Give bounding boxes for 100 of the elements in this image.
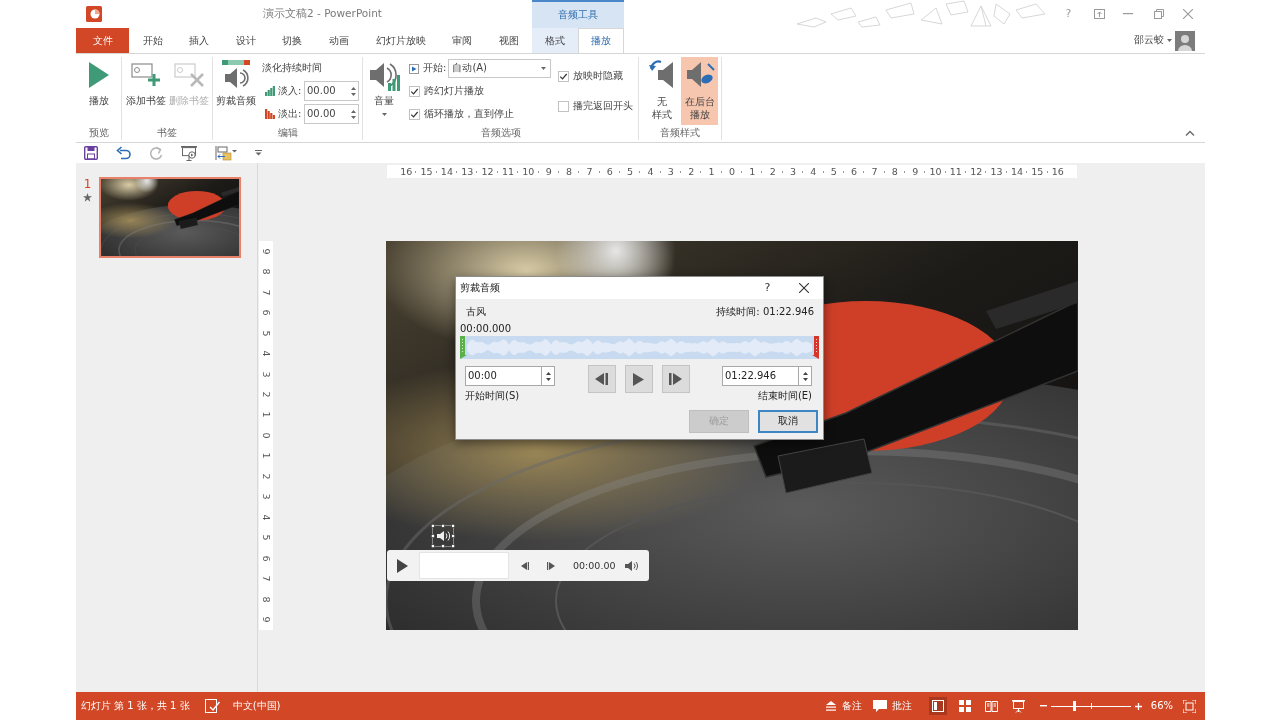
next-frame-button[interactable] <box>661 365 690 393</box>
ruler-number: 2 <box>260 391 272 398</box>
ruler-number: 8 <box>260 596 272 603</box>
add-bookmark-button[interactable]: 添加书签 <box>124 57 167 108</box>
zoom-percent[interactable]: 66% <box>1150 699 1173 713</box>
contextual-group-label: 音频工具 <box>558 8 599 22</box>
cancel-button[interactable]: 取消 <box>758 410 818 433</box>
ruler-number: 10 <box>929 165 942 178</box>
checkbox-option[interactable]: 播完返回开头 <box>558 96 633 116</box>
frame-arrow-icon[interactable] <box>215 145 237 161</box>
save-icon[interactable] <box>84 146 98 160</box>
trim-audio-button[interactable]: 剪裁音频 <box>214 57 258 108</box>
ruler-number: 6 <box>851 165 858 178</box>
start-dropdown[interactable]: 自动(A) <box>448 59 552 78</box>
up-down-arrows-icon <box>802 370 808 382</box>
ruler-number: 5 <box>260 330 272 337</box>
ribbon-tab[interactable]: 设计 <box>222 28 270 53</box>
ribbon-tab[interactable]: 切换 <box>269 28 316 53</box>
user-name[interactable]: 邵云蛟 <box>1134 34 1164 47</box>
speaker-bar-icon <box>221 60 251 90</box>
start-label: 开始: <box>423 62 447 75</box>
undo-icon[interactable] <box>116 146 131 160</box>
start-marker-icon[interactable] <box>460 336 467 359</box>
ribbon-tab[interactable]: 动画 <box>315 28 363 53</box>
previous-frame-button[interactable] <box>587 365 616 393</box>
play-button[interactable] <box>624 365 653 393</box>
step-back-icon[interactable] <box>521 561 529 570</box>
slide-show-button[interactable] <box>1009 697 1028 715</box>
spin-field[interactable]: 00.00 <box>304 81 359 101</box>
language-label[interactable]: 中文(中国) <box>232 699 281 713</box>
volume-icon[interactable] <box>625 560 638 571</box>
ruler-number: 7 <box>260 575 272 582</box>
avatar-icon[interactable] <box>1175 30 1195 51</box>
ruler-number: 1 <box>749 165 756 178</box>
ruler-number: 9 <box>260 616 272 623</box>
selected-speaker-icon[interactable] <box>431 524 455 548</box>
step-back-icon <box>595 373 608 385</box>
up-down-arrows-icon <box>545 370 551 382</box>
volume-button[interactable]: 音量 <box>364 57 404 116</box>
projector-screen-icon[interactable] <box>181 145 197 161</box>
checkbox-option[interactable]: 跨幻灯片播放 <box>409 82 555 101</box>
minus-icon[interactable] <box>1039 705 1047 707</box>
ruler-number: 12 <box>970 165 983 178</box>
ruler-number: 3 <box>260 371 272 378</box>
comments-button[interactable]: 批注 <box>872 699 912 713</box>
checkbox-icon[interactable] <box>409 109 420 120</box>
play-icon[interactable] <box>397 558 408 573</box>
checkbox-icon[interactable] <box>558 100 569 112</box>
checkbox-icon[interactable] <box>558 70 569 82</box>
ribbon-tab[interactable]: 幻灯片放映 <box>362 28 439 53</box>
zoom-slider-thumb[interactable] <box>1073 701 1077 711</box>
spin-field[interactable]: 00.00 <box>304 104 359 124</box>
end-marker-icon[interactable] <box>812 336 819 359</box>
open-book-icon <box>985 700 999 712</box>
ribbon-tab[interactable]: 插入 <box>175 28 223 53</box>
ruler-number: 1 <box>260 452 272 459</box>
checkbox-icon[interactable] <box>409 86 420 97</box>
normal-view-button[interactable] <box>928 697 947 715</box>
close-icon[interactable] <box>799 283 809 293</box>
ribbon-tab[interactable]: 播放 <box>578 28 625 53</box>
spin-button[interactable] <box>799 366 812 386</box>
box-arrow-icon[interactable] <box>1094 9 1105 19</box>
ruler-number: 9 <box>545 165 552 178</box>
ribbon-tab[interactable]: 格式 <box>532 28 579 53</box>
checkbox-option[interactable]: 循环播放，直到停止 <box>409 105 555 124</box>
checkbox-option[interactable]: 放映时隐藏 <box>558 66 633 86</box>
ruler-number: 6 <box>260 309 272 316</box>
notes-button[interactable]: 备注 <box>824 699 862 713</box>
step-forward-icon[interactable] <box>547 561 555 570</box>
restore-icon[interactable] <box>1154 9 1164 19</box>
group-label: 预览 <box>88 126 109 140</box>
ruler-number: 3 <box>667 165 674 178</box>
play-in-background-button[interactable]: 在后台 播放 <box>681 57 718 125</box>
speaker-disc-icon <box>684 59 715 89</box>
spin-button[interactable] <box>542 366 555 386</box>
help-button[interactable]: ? <box>763 281 772 295</box>
comment-icon <box>872 700 887 712</box>
chevron-up-icon[interactable] <box>1185 130 1195 136</box>
play-button[interactable]: 播放 <box>86 57 111 108</box>
spin-arrows-icon[interactable] <box>351 85 356 97</box>
document-check-icon[interactable] <box>204 699 220 713</box>
ribbon-tab[interactable]: 开始 <box>129 28 176 53</box>
ruler-number: 2 <box>769 165 776 178</box>
ruler-number: 14 <box>1010 165 1023 178</box>
fit-window-icon[interactable] <box>1183 699 1196 713</box>
notes-icon <box>824 701 837 711</box>
no-style-button[interactable]: 无 样式 <box>643 57 680 125</box>
plus-icon[interactable] <box>1134 702 1142 710</box>
caret-icon[interactable] <box>1167 39 1172 42</box>
ribbon-tab[interactable]: 视图 <box>485 28 533 53</box>
caret-icon[interactable] <box>541 67 547 70</box>
end-time-field[interactable]: 01:22.946 <box>722 366 799 386</box>
spin-arrows-icon[interactable] <box>351 108 356 120</box>
ribbon-tab[interactable]: 审阅 <box>438 28 486 53</box>
normal-view-icon <box>931 700 944 712</box>
duration-label: 持续时间: 01:22.946 <box>716 305 814 319</box>
ribbon-tab[interactable]: 文件 <box>76 28 130 53</box>
caret-icon[interactable] <box>255 150 262 156</box>
ruler-number: 5 <box>260 534 272 541</box>
start-time-field[interactable]: 00:00 <box>465 366 542 386</box>
